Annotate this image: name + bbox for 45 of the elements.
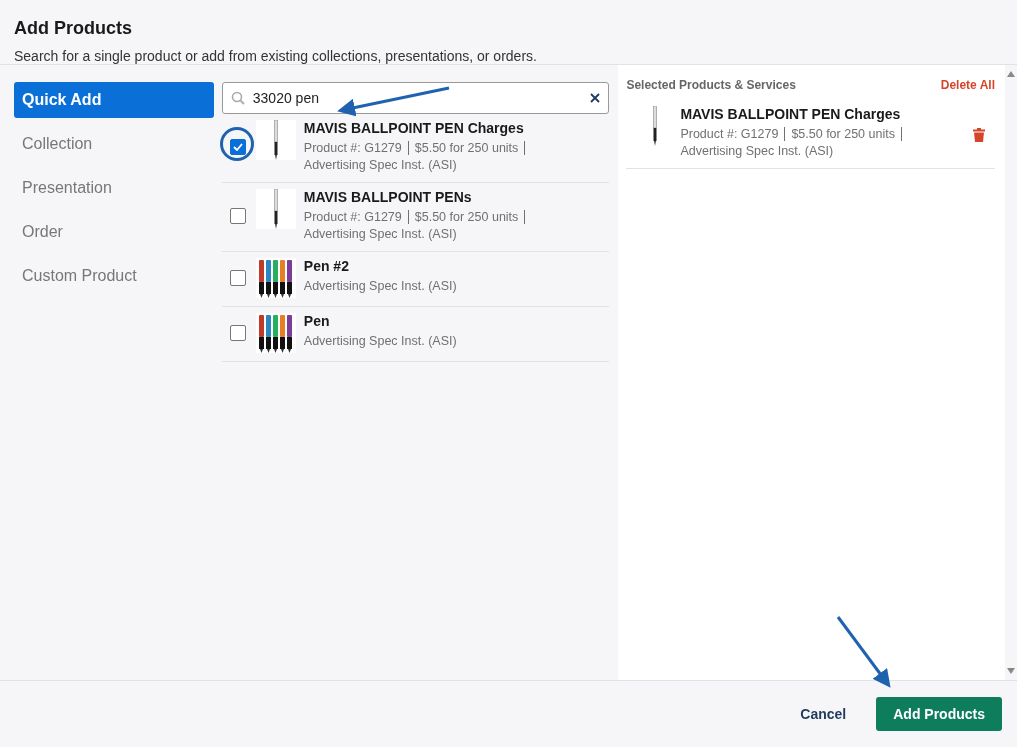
panel-heading: Selected Products & Services [626, 78, 796, 92]
cancel-button[interactable]: Cancel [794, 705, 853, 723]
search-field[interactable]: 33020 pen [221, 82, 610, 114]
checkbox[interactable] [229, 208, 246, 224]
product-detail: Product #: G1279 [303, 141, 409, 155]
product-detail: $5.50 for 250 units [791, 127, 902, 141]
product-name: Pen #2 [303, 258, 350, 274]
nav-tab[interactable]: Collection [14, 126, 214, 162]
supplier-name: Advertising Spec Inst. (ASI) [680, 143, 835, 160]
supplier-name: Advertising Spec Inst. (ASI) [303, 278, 458, 295]
supplier-name: Advertising Spec Inst. (ASI) [303, 226, 458, 243]
dialog-subtitle: Search for a single product or add from existing collections, presentations, or orders. [14, 48, 538, 64]
clear-icon[interactable] [590, 93, 601, 103]
product-name: MAVIS BALLPOINT PENs [303, 189, 473, 205]
supplier-name: Advertising Spec Inst. (ASI) [303, 333, 458, 350]
product-name: Pen [303, 313, 331, 329]
product-detail: $5.50 for 250 units [414, 210, 526, 224]
add-products-button[interactable]: Add Products [876, 697, 1002, 731]
scroll-down-icon[interactable] [1007, 668, 1015, 674]
nav-tab[interactable]: Quick Add [14, 82, 214, 118]
product-name: MAVIS BALLPOINT PEN Charges [303, 120, 525, 136]
pens-icon [256, 313, 295, 353]
checkbox[interactable] [229, 325, 246, 341]
checkbox[interactable] [229, 139, 246, 155]
pen-icon [651, 106, 660, 146]
checkmark-icon [232, 143, 243, 151]
pen-icon [271, 120, 280, 160]
product-detail: Product #: G1279 [303, 210, 409, 224]
nav-tab[interactable]: Order [14, 214, 214, 250]
annotation-arrow [836, 616, 891, 688]
product-detail: $5.50 for 250 units [414, 141, 526, 155]
delete-all-link[interactable]: Delete All [940, 78, 995, 92]
search-icon [230, 91, 245, 105]
product-name: MAVIS BALLPOINT PEN Charges [680, 106, 902, 122]
search-value: 33020 pen [252, 90, 319, 106]
product-detail: Product #: G1279 [680, 127, 786, 141]
pen-icon [271, 189, 280, 229]
supplier-name: Advertising Spec Inst. (ASI) [303, 157, 458, 174]
nav-tab[interactable]: Presentation [14, 170, 214, 206]
trash-icon[interactable] [973, 128, 985, 142]
pens-icon [256, 258, 295, 298]
scroll-up-icon[interactable] [1007, 71, 1015, 77]
dialog-title: Add Products [14, 18, 133, 39]
checkbox[interactable] [229, 270, 246, 286]
nav-tab[interactable]: Custom Product [14, 258, 214, 294]
